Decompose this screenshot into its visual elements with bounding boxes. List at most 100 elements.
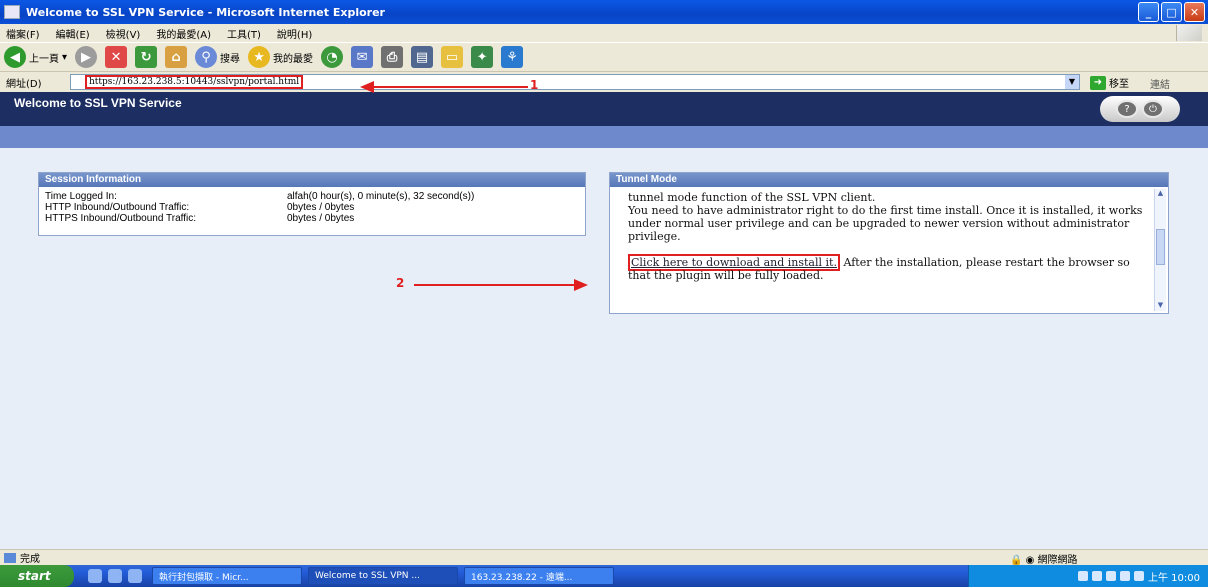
tunnel-text: tunnel mode function of the SSL VPN clie… <box>628 191 1148 282</box>
header-subbar <box>0 126 1208 148</box>
menu-edit[interactable]: 編輯(E) <box>56 26 90 41</box>
taskbar-item[interactable]: 執行封包擷取 - Micr... <box>152 567 302 585</box>
session-label: HTTP Inbound/Outbound Traffic: <box>45 202 190 213</box>
status-bar: 完成 🔒 ◉ 網際網路 <box>0 549 1208 566</box>
page-done-icon <box>4 552 16 563</box>
tray-icon[interactable] <box>1134 571 1144 581</box>
annotation-number-1: 1 <box>530 78 539 92</box>
url-text[interactable]: https://163.23.238.5:10443/sslvpn/portal… <box>85 75 304 89</box>
quick-launch-icon[interactable] <box>108 569 122 583</box>
close-button[interactable]: ✕ <box>1184 2 1205 22</box>
download-paragraph: Click here to download and install it. A… <box>628 254 1148 282</box>
go-button[interactable]: ➜ 移至 <box>1090 75 1129 90</box>
table-row: HTTP Inbound/Outbound Traffic: 0bytes / … <box>45 202 478 213</box>
system-tray: 上午 10:00 <box>968 565 1208 587</box>
status-text: 完成 <box>20 554 40 565</box>
tray-icon[interactable] <box>1092 571 1102 581</box>
ie-icon <box>4 5 20 19</box>
session-value: alfah(0 hour(s), 0 minute(s), 32 second(… <box>287 191 475 202</box>
edit-icon[interactable]: ▤ <box>411 46 434 68</box>
annotation-arrow-1 <box>372 86 528 88</box>
research-icon[interactable]: ⚘ <box>501 46 524 68</box>
back-button[interactable]: ◀ 上一頁 ▾ <box>4 46 67 68</box>
page-title: Welcome to SSL VPN Service <box>14 96 182 110</box>
address-bar: 網址(D) https://163.23.238.5:10443/sslvpn/… <box>0 72 1208 92</box>
scroll-up-icon[interactable]: ▲ <box>1155 189 1166 199</box>
scroll-thumb[interactable] <box>1156 229 1165 265</box>
help-logout-icons[interactable]: ? ⏻ <box>1100 96 1180 122</box>
favorites-button[interactable]: ★ 我的最愛 <box>248 46 313 68</box>
arrowhead-icon <box>360 81 374 93</box>
address-label: 網址(D) <box>6 78 42 90</box>
favorites-label: 我的最愛 <box>273 53 314 65</box>
annotation-number-2: 2 <box>396 276 405 290</box>
links-label[interactable]: 連結 <box>1150 76 1170 91</box>
arrowhead-icon <box>574 279 588 291</box>
session-label: HTTPS Inbound/Outbound Traffic: <box>45 213 197 224</box>
stop-icon[interactable]: ✕ <box>105 46 128 68</box>
back-arrow-icon: ◀ <box>4 46 26 68</box>
quick-launch-icon[interactable] <box>128 569 142 583</box>
folder-icon[interactable]: ▭ <box>441 46 464 68</box>
tray-icon[interactable] <box>1078 571 1088 581</box>
dropdown-icon: ▾ <box>62 51 68 63</box>
search-label: 搜尋 <box>220 53 241 65</box>
clock: 上午 10:00 <box>1148 572 1200 584</box>
go-arrow-icon: ➜ <box>1090 75 1106 90</box>
tunnel-scrollbar[interactable]: ▲ ▼ <box>1154 189 1166 311</box>
mail-icon[interactable]: ✉ <box>351 46 374 68</box>
session-heading: Session Information <box>39 173 585 187</box>
content-area: Session Information Time Logged In: alfa… <box>0 148 1208 549</box>
logout-icon[interactable]: ⏻ <box>1142 100 1164 118</box>
session-panel: Session Information Time Logged In: alfa… <box>38 172 586 236</box>
table-row: Time Logged In: alfah(0 hour(s), 0 minut… <box>45 191 478 202</box>
messenger-icon[interactable]: ✦ <box>471 46 494 68</box>
back-label: 上一頁 <box>29 53 59 65</box>
window-title-bar: Welcome to SSL VPN Service - Microsoft I… <box>0 0 1208 24</box>
quick-launch-icon[interactable] <box>88 569 102 583</box>
history-icon[interactable]: ◔ <box>321 46 344 68</box>
status-zone: 🔒 ◉ 網際網路 <box>1010 551 1078 566</box>
home-icon[interactable]: ⌂ <box>165 46 188 68</box>
toolbar: ◀ 上一頁 ▾ ▶ ✕ ↻ ⌂ ⚲ 搜尋 ★ 我的最愛 ◔ ✉ ⎙ ▤ ▭ ✦ ⚘ <box>0 42 1208 72</box>
tunnel-paragraph: You need to have administrator right to … <box>628 204 1143 243</box>
session-value: 0bytes / 0bytes <box>287 213 355 224</box>
taskbar: start 執行封包擷取 - Micr... Welcome to SSL VP… <box>0 565 1208 587</box>
quick-launch <box>88 569 142 583</box>
maximize-button[interactable]: □ <box>1161 2 1182 22</box>
table-row: HTTPS Inbound/Outbound Traffic: 0bytes /… <box>45 213 478 224</box>
page-header: Welcome to SSL VPN Service ? ⏻ <box>0 92 1208 126</box>
tunnel-heading: Tunnel Mode <box>610 173 1168 187</box>
print-icon[interactable]: ⎙ <box>381 46 404 68</box>
tunnel-panel: Tunnel Mode tunnel mode function of the … <box>609 172 1169 314</box>
start-button[interactable]: start <box>0 565 74 587</box>
forward-arrow-icon[interactable]: ▶ <box>75 46 98 68</box>
annotation-arrow-2 <box>414 284 576 286</box>
address-dropdown-icon[interactable]: ▼ <box>1065 75 1079 89</box>
menu-favorites[interactable]: 我的最愛(A) <box>156 26 211 41</box>
scroll-down-icon[interactable]: ▼ <box>1155 301 1166 311</box>
window-title: Welcome to SSL VPN Service - Microsoft I… <box>26 5 385 19</box>
refresh-icon[interactable]: ↻ <box>135 46 158 68</box>
search-icon: ⚲ <box>195 46 218 68</box>
tray-icon[interactable] <box>1120 571 1130 581</box>
taskbar-item[interactable]: Welcome to SSL VPN ... <box>308 567 458 585</box>
session-label: Time Logged In: <box>45 191 117 202</box>
help-icon[interactable]: ? <box>1116 100 1138 118</box>
go-label: 移至 <box>1109 79 1129 90</box>
menu-help[interactable]: 說明(H) <box>277 26 312 41</box>
minimize-button[interactable]: _ <box>1138 2 1159 22</box>
menu-bar: 檔案(F) 編輯(E) 檢視(V) 我的最愛(A) 工具(T) 說明(H) <box>0 24 1208 42</box>
windows-logo-icon <box>1176 25 1202 41</box>
tray-icon[interactable] <box>1106 571 1116 581</box>
session-table: Time Logged In: alfah(0 hour(s), 0 minut… <box>45 191 478 224</box>
menu-tools[interactable]: 工具(T) <box>227 26 261 41</box>
taskbar-item[interactable]: 163.23.238.22 - 遠端... <box>464 567 614 585</box>
search-button[interactable]: ⚲ 搜尋 <box>195 46 240 68</box>
tunnel-line: tunnel mode function of the SSL VPN clie… <box>628 191 876 204</box>
session-value: 0bytes / 0bytes <box>287 202 355 213</box>
address-field[interactable]: https://163.23.238.5:10443/sslvpn/portal… <box>70 74 1080 90</box>
star-icon: ★ <box>248 46 271 68</box>
menu-file[interactable]: 檔案(F) <box>6 26 40 41</box>
menu-view[interactable]: 檢視(V) <box>106 26 141 41</box>
